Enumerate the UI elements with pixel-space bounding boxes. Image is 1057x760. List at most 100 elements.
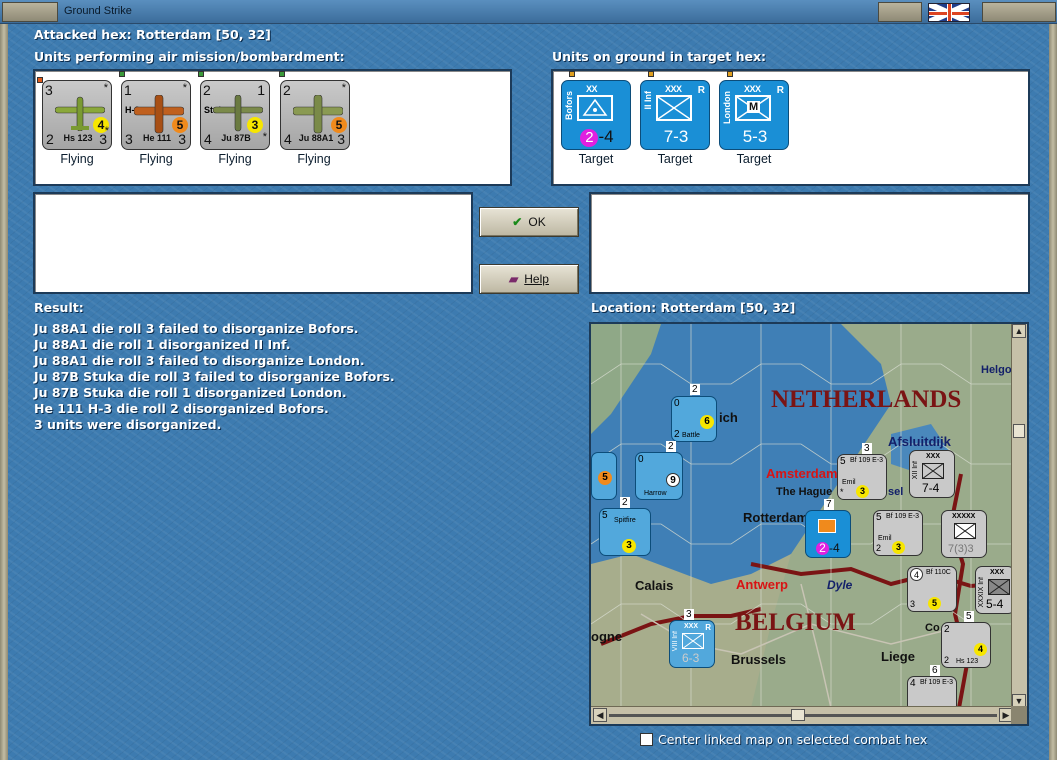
infantry-icon (954, 523, 976, 539)
unit-flag-icon (119, 71, 125, 77)
unit-flag-icon (569, 71, 575, 77)
unit-flag-icon (727, 71, 733, 77)
air-unit-ju88a1[interactable]: 2 * 5 4 3 Ju 88A1 (280, 80, 350, 150)
infantry-icon (988, 579, 1010, 595)
unit-flag-icon (37, 77, 43, 83)
unit-name: Ju 88A1 (298, 133, 334, 143)
help-button[interactable]: ▰ Help (479, 264, 579, 294)
result-line: Ju 87B Stuka die roll 3 failed to disorg… (34, 369, 395, 384)
unit-size: XX (586, 84, 598, 94)
ground-unit-bofors[interactable]: Bofors XX 2 -4 (561, 80, 631, 150)
air-unit-he111[interactable]: 1 * H-3 5 3 3 He 111 (121, 80, 191, 150)
map-counter-viii-inf[interactable]: 3 XXX R VIII Inf 6-3 (669, 609, 715, 668)
air-unit-ju87b[interactable]: 2 1 Stuka 3 4 * Ju 87B (200, 80, 270, 150)
center-map-checkbox-label[interactable]: Center linked map on selected combat hex (658, 732, 927, 747)
infantry-icon (656, 95, 692, 121)
ground-unit-london[interactable]: London XXX R M 5-3 (719, 80, 789, 150)
unit-name: Bofors (564, 91, 574, 120)
center-map-checkbox[interactable] (640, 733, 653, 746)
close-button[interactable] (982, 2, 1056, 22)
minimize-button[interactable] (878, 2, 922, 22)
unit-name: London (722, 91, 732, 124)
unit-star: * (182, 82, 187, 94)
scroll-thumb-horizontal[interactable] (791, 709, 805, 721)
unit-corner-flag: R (697, 85, 705, 96)
unit-top-left-value: 2 (283, 82, 291, 98)
map-label-calais: Calais (635, 578, 674, 593)
map-counter-xxxix-inf[interactable]: XXX XXXIX Inf 5-4 (975, 566, 1015, 614)
scroll-up-button[interactable]: ▲ (1012, 324, 1026, 338)
map-label-sel: sel (888, 486, 904, 498)
scrollbar-corner (1011, 706, 1027, 724)
result-line: He 111 H-3 die roll 2 disorganized Bofor… (34, 401, 329, 416)
map-counter-target-rotterdam[interactable]: 7 2 -4 (805, 499, 851, 558)
result-line: Ju 88A1 die roll 1 disorganized II Inf. (34, 337, 291, 352)
window-titlebar[interactable]: Ground Strike (0, 0, 1057, 24)
unit-status: Flying (297, 152, 331, 166)
window-title: Ground Strike (64, 5, 132, 17)
map-label-belgium: BELGIUM (735, 609, 856, 636)
map-counter-bf109-b[interactable]: 5 Bf 109 E-3 Emil 2 3 (873, 510, 923, 556)
air-units-panel: 3 * 4 2 3 * Hs 123 Flying 1 * H-3 5 3 3 … (33, 69, 512, 186)
attacked-hex-label: Attacked hex: Rotterdam [50, 32] (34, 27, 271, 42)
unit-star: * (341, 82, 346, 94)
map-counter-bf110[interactable]: 4 Bf 110C 3 5 (907, 566, 957, 612)
map-vertical-scrollbar[interactable]: ▲ ▼ (1011, 324, 1027, 708)
unit-strength: 2 -4 (562, 127, 632, 147)
combat-fire-icon (818, 519, 836, 533)
unit-strength: 7-3 (663, 127, 689, 146)
map-counter-partial[interactable]: 5 (591, 452, 617, 500)
left-border (0, 24, 8, 760)
unit-flag-icon (279, 71, 285, 77)
result-label: Result: (34, 300, 84, 315)
ground-unit-ii-inf[interactable]: II Inf XXX R 7-3 (640, 80, 710, 150)
air-unit-hs123[interactable]: 3 * 4 2 3 * Hs 123 (42, 80, 112, 150)
unit-name: He 111 (142, 133, 172, 143)
uk-flag-icon (928, 3, 970, 22)
artillery-icon (577, 95, 613, 121)
ok-button-label: OK (528, 215, 546, 229)
map-label-rotterdam: Rotterdam (743, 510, 809, 525)
map-label-co: Co (925, 622, 940, 634)
ground-units-panel: Bofors XX 2 -4 Target II Inf XXX R 7-3 Ta… (551, 69, 1030, 186)
map-label-liege: Liege (881, 649, 915, 664)
map-counter-harrow[interactable]: 2 0 9 Harrow (635, 441, 683, 500)
ground-units-label: Units on ground in target hex: (552, 49, 767, 64)
map-label-dyle: Dyle (827, 578, 853, 592)
unit-size: XXX (744, 84, 761, 94)
unit-status: Target (657, 152, 693, 166)
map-counter-spitfire[interactable]: 2 5 Spitfire 3 (599, 497, 651, 556)
map-counter-hs123[interactable]: 5 2 2 Hs 123 4 (941, 611, 991, 668)
unit-status: Target (736, 152, 772, 166)
unit-strength: 5-3 (742, 127, 768, 146)
unit-status: Flying (60, 152, 94, 166)
result-line: 3 units were disorganized. (34, 417, 222, 432)
unit-name: Hs 123 (63, 133, 93, 143)
map-counter-xxxxx[interactable]: XXXXX 7(3)3 (941, 510, 987, 558)
map-counter-xii-inf[interactable]: XXX XII Inf 7-4 (909, 450, 955, 498)
map-counter-bf109-a[interactable]: 3 5 Bf 109 E-3 Emil * 3 (837, 443, 887, 500)
map-horizontal-scrollbar[interactable]: ◀ ▶ (591, 706, 1015, 724)
unit-corner-flag: R (776, 85, 784, 96)
unit-status: Flying (139, 152, 173, 166)
system-menu-button[interactable] (2, 2, 58, 22)
map-counter-battle[interactable]: 2 0 2 6 Battle (671, 384, 717, 442)
result-line: Ju 88A1 die roll 3 failed to disorganize… (34, 321, 359, 336)
location-label: Location: Rotterdam [50, 32] (591, 300, 796, 315)
unit-status: Flying (218, 152, 252, 166)
map-label-amsterdam: Amsterdam (766, 466, 838, 481)
selected-ground-unit-panel (589, 192, 1030, 294)
scroll-left-button[interactable]: ◀ (593, 708, 607, 722)
value-ball: 3 (247, 117, 263, 133)
selected-air-unit-panel (33, 192, 473, 294)
mini-map[interactable]: NETHERLANDS BELGIUM Amsterdam The Hague … (589, 322, 1029, 726)
map-label-antwerp: Antwerp (736, 577, 788, 592)
unit-flag-icon (198, 71, 204, 77)
air-units-label: Units performing air mission/bombardment… (34, 49, 345, 64)
scroll-thumb-vertical[interactable] (1013, 424, 1025, 438)
ok-button[interactable]: ✔ OK (479, 207, 579, 237)
unit-star: * (103, 82, 108, 94)
infantry-icon (682, 633, 704, 649)
map-label-ogne: ogne (591, 629, 623, 644)
unit-size: XXX (665, 84, 682, 94)
